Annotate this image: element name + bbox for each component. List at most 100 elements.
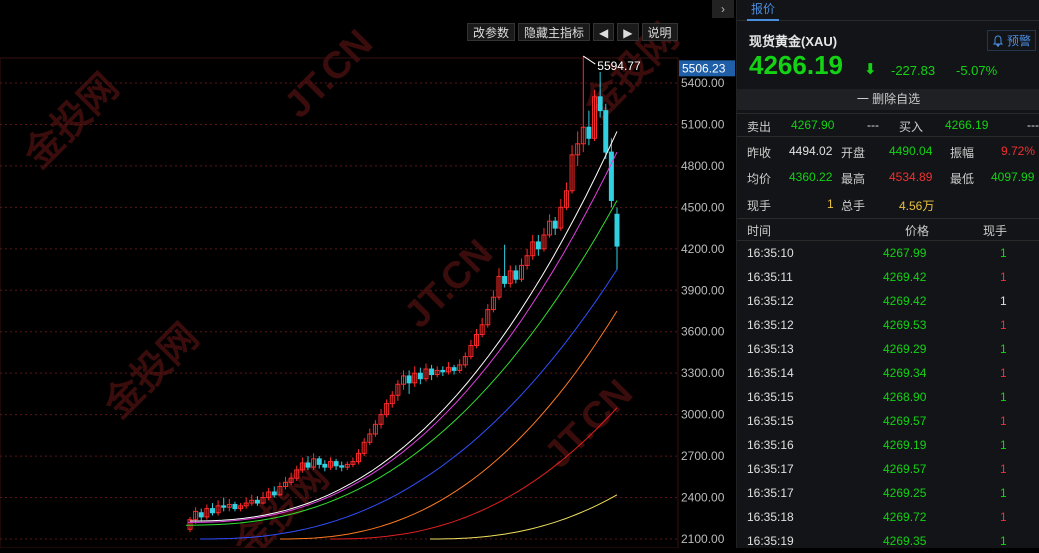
alert-label: 预警 xyxy=(1006,34,1031,48)
watermark-text: JT.CN xyxy=(537,372,641,476)
tick-row: 16:35:16 4269.19 1 xyxy=(737,433,1039,457)
kline-chart[interactable]: 金投网 JT.CN金投网JT.CN金投网JT.CN金投网5400.005100.0… xyxy=(0,0,736,553)
bell-icon xyxy=(992,34,1004,47)
sell-label: 卖出 xyxy=(747,120,772,134)
tick-time: 16:35:10 xyxy=(747,246,794,260)
y-tick-label: 5100.00 xyxy=(681,117,725,131)
tab-quote[interactable]: 报价 xyxy=(747,0,780,21)
candle-body xyxy=(535,241,541,250)
y-tick-label: 2400.00 xyxy=(681,491,725,505)
quote-panel: 报价 现货黄金(XAU) 预警 4266.19 ⬇ -227.83 -5.07%… xyxy=(736,0,1039,548)
edit-params-button[interactable]: 改参数 xyxy=(467,23,516,41)
candle-body xyxy=(603,110,609,153)
sell-price: 4267.90 xyxy=(791,118,835,132)
prev-close-label: 昨收 xyxy=(747,146,772,160)
tick-time: 16:35:12 xyxy=(747,294,794,308)
tick-volume: 1 xyxy=(1000,246,1007,260)
tick-volume: 1 xyxy=(1000,462,1007,476)
current-vol-label: 现手 xyxy=(747,199,772,213)
tick-price: 4269.57 xyxy=(883,462,927,476)
tick-row: 16:35:15 4268.90 1 xyxy=(737,385,1039,409)
candle-body xyxy=(305,462,311,468)
y-tick-label: 3000.00 xyxy=(681,408,725,422)
tick-row: 16:35:12 4269.53 1 xyxy=(737,313,1039,337)
tick-time: 16:35:11 xyxy=(747,270,793,284)
open-value: 4490.04 xyxy=(889,144,933,158)
tick-price: 4269.57 xyxy=(883,414,927,428)
prev-close-value: 4494.02 xyxy=(789,144,833,158)
tick-price: 4269.72 xyxy=(883,510,927,524)
tick-volume: 1 xyxy=(1000,366,1007,380)
avg-price-label: 均价 xyxy=(747,172,772,186)
current-vol-value: 1 xyxy=(827,197,834,211)
candle-body xyxy=(339,465,345,468)
sell-volume: --- xyxy=(867,118,879,132)
high-annotation-pointer xyxy=(583,55,596,65)
tick-volume: 1 xyxy=(1000,318,1007,332)
candle-body xyxy=(232,503,238,510)
avg-price-value: 4360.22 xyxy=(789,170,833,184)
candle-body xyxy=(440,369,446,373)
down-arrow-icon: ⬇ xyxy=(864,61,877,78)
low-value: 4097.99 xyxy=(991,170,1035,184)
amplitude-label: 振幅 xyxy=(950,146,975,160)
tick-price: 4269.19 xyxy=(883,438,927,452)
kline-chart-panel[interactable]: 金投网 JT.CN 金投网 JT.CN 金投网 JT.CN 金投网 5400.00 5100.0… xyxy=(0,0,736,553)
buy-price: 4266.19 xyxy=(945,118,989,132)
low-label: 最低 xyxy=(950,172,975,186)
price-change-pct: -5.07% xyxy=(956,63,998,78)
watermark-text: JT.CN xyxy=(277,22,381,126)
tick-price: 4269.53 xyxy=(883,318,927,332)
tick-price: 4268.90 xyxy=(883,390,927,404)
plot-frame xyxy=(0,57,679,549)
prev-button[interactable]: ◀ xyxy=(593,23,615,41)
chart-toolbar: 改参数 隐藏主指标 ◀ ▶ 说明 xyxy=(467,23,678,41)
candle-body xyxy=(333,461,339,467)
y-tick-label: 4500.00 xyxy=(681,200,725,214)
divider xyxy=(737,113,1039,114)
right-arrow-icon: ▶ xyxy=(623,26,633,40)
alert-button[interactable]: 预警 xyxy=(986,30,1036,51)
chevron-right-icon: › xyxy=(721,2,725,16)
collapse-panel-button[interactable]: › xyxy=(712,0,734,18)
high-label: 最高 xyxy=(841,172,866,186)
next-button[interactable]: ▶ xyxy=(617,23,639,41)
candle-body xyxy=(608,151,614,201)
y-tick-label: 4200.00 xyxy=(681,242,725,256)
divider xyxy=(737,136,1039,137)
candle-body xyxy=(513,270,519,280)
candle-body xyxy=(502,275,508,284)
high-value: 4534.89 xyxy=(889,170,933,184)
tick-time: 16:35:18 xyxy=(747,510,794,524)
quote-tabbar: 报价 xyxy=(737,0,1039,21)
candle-body xyxy=(271,491,277,496)
tick-row: 16:35:18 4269.72 1 xyxy=(737,505,1039,529)
tick-volume: 1 xyxy=(1000,414,1007,428)
tick-price: 4269.42 xyxy=(883,270,927,284)
tick-time: 16:35:15 xyxy=(747,414,794,428)
buy-label: 买入 xyxy=(899,120,924,134)
candle-body xyxy=(614,213,620,247)
tick-volume: 1 xyxy=(1000,294,1007,308)
divider xyxy=(737,218,1039,219)
watermark-text: 金投网 xyxy=(15,65,127,177)
candle-body xyxy=(209,508,215,514)
tick-volume: 1 xyxy=(1000,534,1007,548)
ma-line-ma250 xyxy=(430,494,618,540)
tick-volume: 1 xyxy=(1000,270,1007,284)
tick-time: 16:35:16 xyxy=(747,438,794,452)
candle-body xyxy=(322,463,328,468)
y-tick-label: 3900.00 xyxy=(681,283,725,297)
candle-body xyxy=(316,458,322,465)
open-label: 开盘 xyxy=(841,146,866,160)
help-button[interactable]: 说明 xyxy=(641,23,678,41)
remove-watchlist-button[interactable]: 一 删除自选 xyxy=(737,89,1039,110)
candle-body xyxy=(254,499,260,504)
candle-body xyxy=(451,367,457,371)
hide-main-indicator-button[interactable]: 隐藏主指标 xyxy=(518,23,591,41)
tick-row: 16:35:17 4269.25 1 xyxy=(737,481,1039,505)
tick-row: 16:35:13 4269.29 1 xyxy=(737,337,1039,361)
ma-line-ma10 xyxy=(188,151,618,523)
ticks-header-price: 价格 xyxy=(905,224,930,238)
total-vol-label: 总手 xyxy=(841,199,866,213)
